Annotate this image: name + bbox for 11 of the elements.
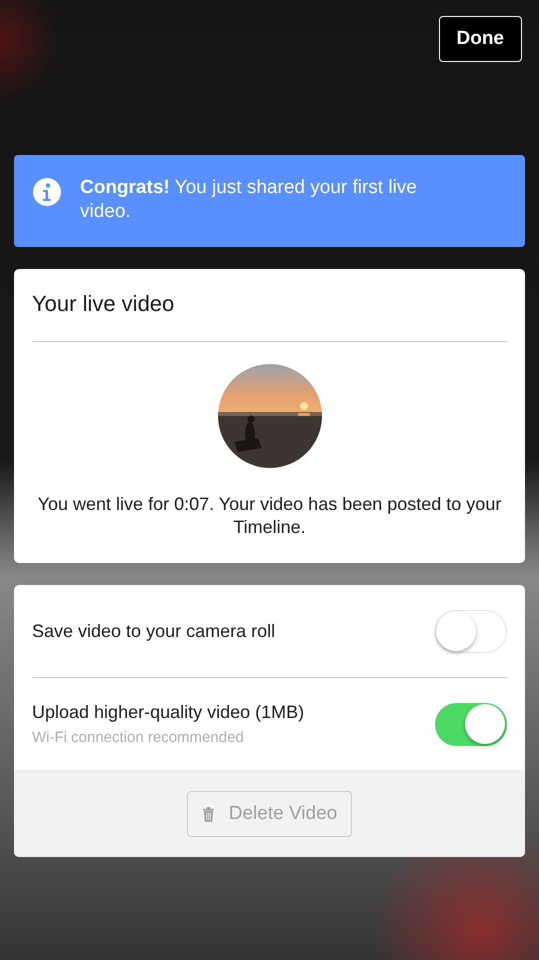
card-title: Your live video [32, 290, 176, 318]
notice-text: Congrats! You just shared your first live video. [80, 176, 418, 224]
toggle-switch[interactable] [435, 702, 507, 746]
info-icon [32, 177, 62, 207]
setting-label: Upload higher-quality video (1MB) [32, 702, 304, 723]
setting-label: Save video to your camera roll [32, 620, 276, 642]
toggle-switch[interactable] [435, 610, 507, 652]
done-button[interactable]: Done [438, 16, 522, 62]
setting-hint: Wi-Fi connection recommended [32, 729, 245, 746]
summary-text: You went live for 0:07. Your video has been posted to your Timeline. [36, 493, 502, 539]
trash-icon [202, 806, 215, 822]
